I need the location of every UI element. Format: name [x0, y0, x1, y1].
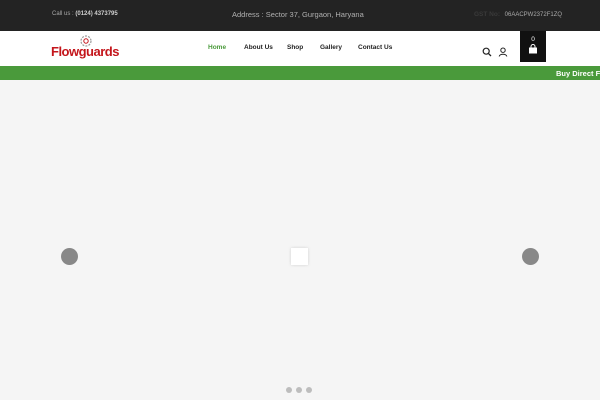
account-button[interactable]: [498, 44, 508, 57]
gst-number: 06AACPW2372F1ZQ: [504, 12, 563, 18]
top-info-bar: Call us : (0124) 4373795 Address : Secto…: [0, 0, 600, 31]
search-icon: [482, 47, 492, 57]
slider-dot[interactable]: [296, 387, 302, 393]
cart-button[interactable]: 0: [520, 31, 546, 62]
promo-ticker: Buy Direct Fro: [0, 66, 600, 80]
promo-text: Buy Direct Fro: [556, 69, 600, 78]
gst-info: GST No: 06AACPW2372F1ZQ: [474, 11, 562, 18]
call-label: Call us :: [52, 11, 74, 17]
search-button[interactable]: [482, 44, 492, 57]
call-number[interactable]: (0124) 4373795: [75, 11, 117, 17]
slider-dot[interactable]: [306, 387, 312, 393]
call-info: Call us : (0124) 4373795: [52, 11, 118, 17]
previous-slide-arrow[interactable]: [61, 248, 78, 265]
nav-item-contact-us[interactable]: Contact Us: [358, 44, 392, 51]
nav-item-about-us[interactable]: About Us: [244, 44, 273, 51]
gst-label: GST No:: [474, 11, 500, 18]
user-icon: [498, 47, 508, 57]
address-text: Address : Sector 37, Gurgaon, Haryana: [232, 10, 364, 19]
slider-dot[interactable]: [286, 387, 292, 393]
main-header: Flowguards Home About Us Shop Gallery Co…: [0, 31, 600, 66]
nav-item-home[interactable]: Home: [208, 44, 226, 51]
hero-slider: [0, 80, 600, 400]
slider-pagination: [286, 380, 316, 393]
next-slide-arrow[interactable]: [522, 248, 539, 265]
shopping-bag-icon: [529, 44, 537, 54]
main-nav: Home About Us Shop Gallery Contact Us: [0, 44, 600, 54]
cart-count: 0: [531, 36, 535, 43]
nav-item-gallery[interactable]: Gallery: [320, 44, 342, 51]
slide-loading-placeholder: [291, 248, 308, 265]
nav-item-shop[interactable]: Shop: [287, 44, 303, 51]
